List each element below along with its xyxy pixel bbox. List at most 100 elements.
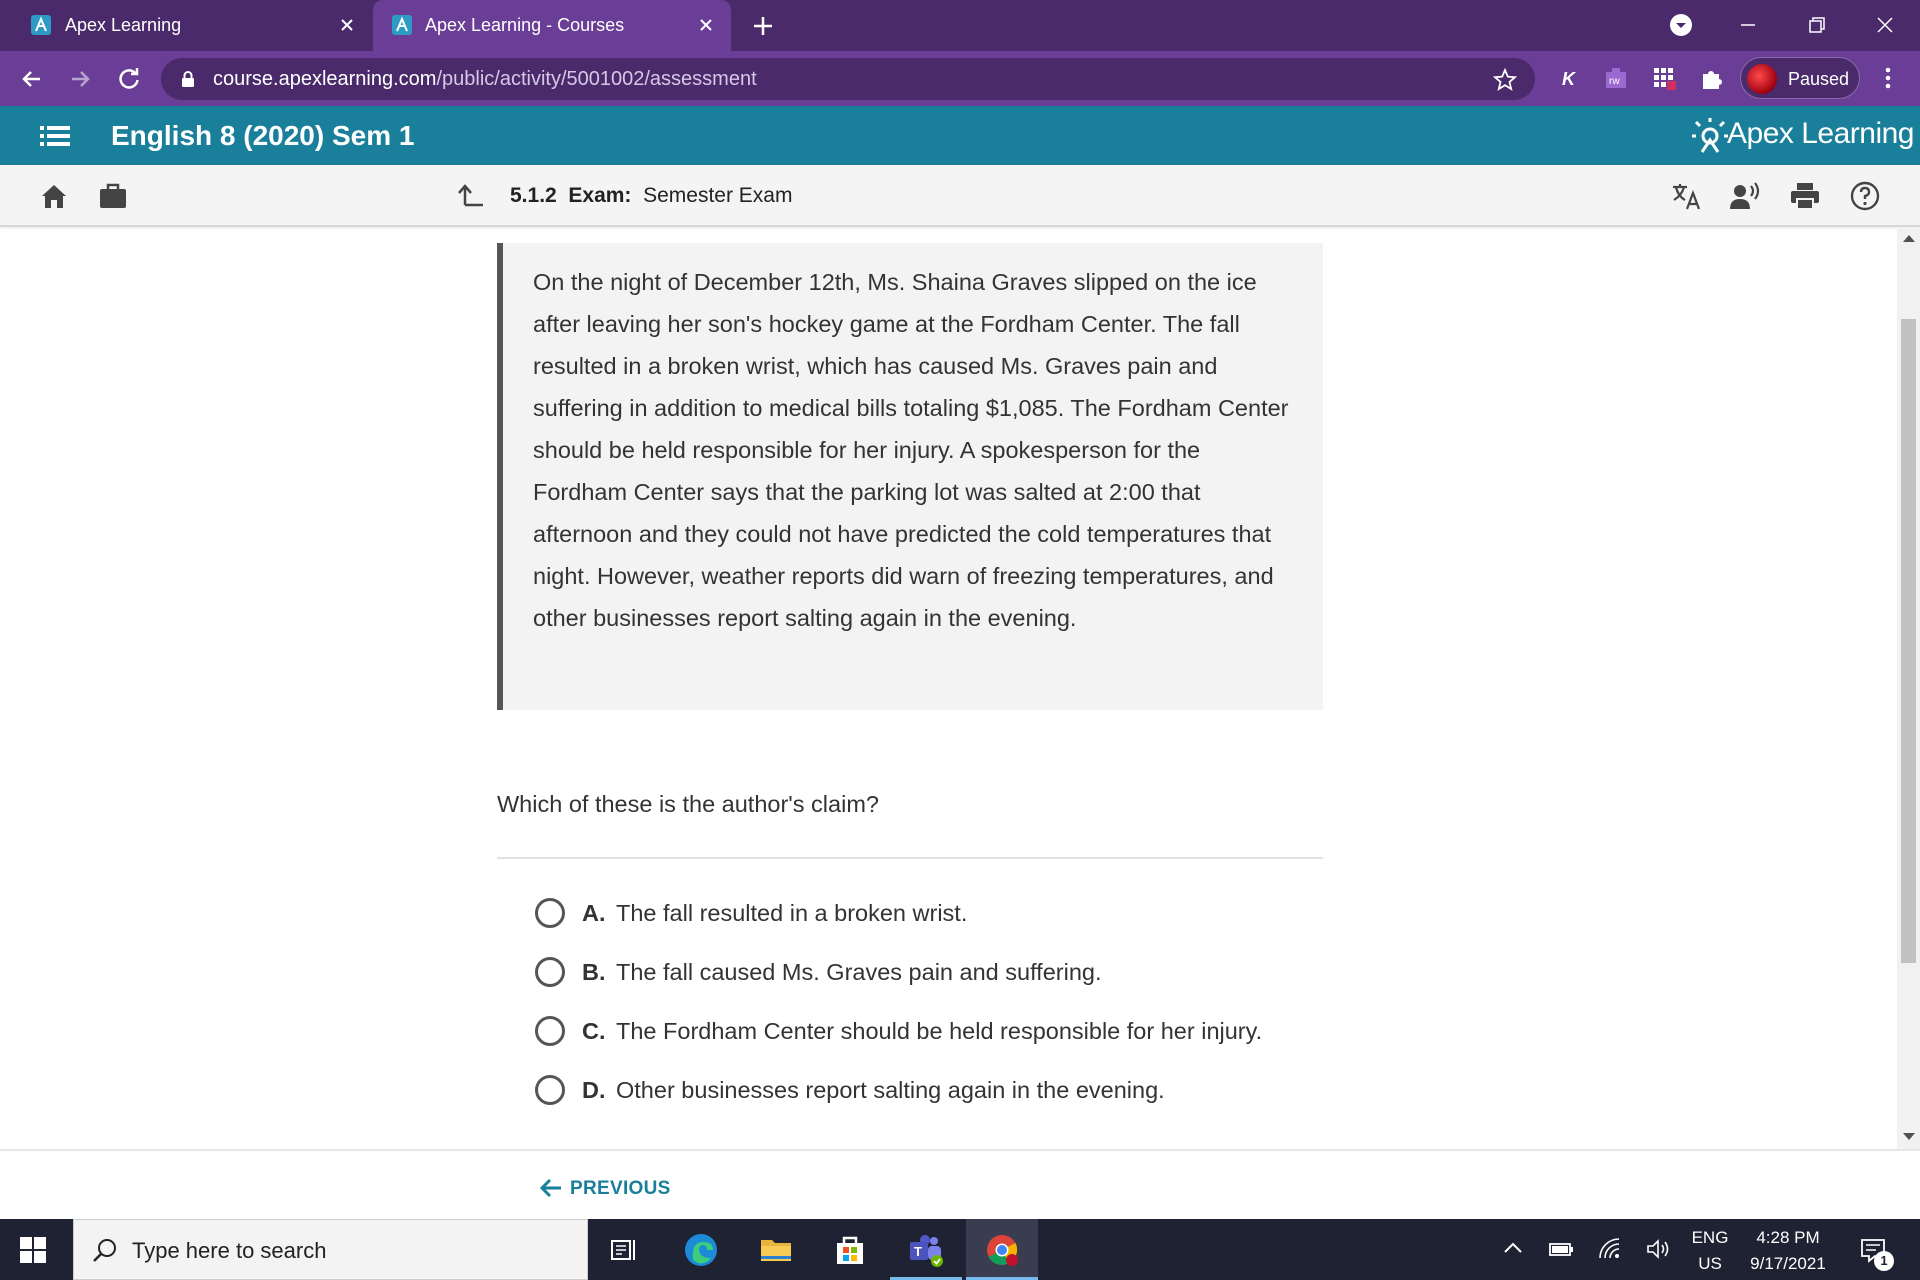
url-text[interactable]: course.apexlearning.com/public/activity/… [213, 68, 757, 91]
chrome-icon [987, 1235, 1018, 1266]
answer-option-a[interactable]: A. The fall resulted in a broken wrist. [532, 893, 1332, 933]
option-letter: C. [582, 1018, 606, 1044]
scroll-up-arrow-icon[interactable] [1903, 235, 1915, 242]
teams-icon: T [910, 1235, 943, 1267]
radio-button[interactable] [535, 1075, 565, 1105]
help-icon[interactable] [1849, 180, 1881, 212]
app-header: English 8 (2020) Sem 1 Apex Learning [0, 106, 1920, 165]
profile-button[interactable]: Paused [1740, 57, 1860, 99]
question-prompt: Which of these is the author's claim? [497, 791, 879, 817]
page-scrollbar[interactable] [1897, 229, 1920, 1149]
radio-button[interactable] [535, 957, 565, 987]
avatar [1747, 64, 1777, 94]
reload-icon[interactable] [115, 65, 143, 93]
windows-start-icon[interactable] [20, 1237, 46, 1263]
lock-icon[interactable] [180, 70, 196, 88]
svg-text:K: K [1562, 69, 1577, 89]
input-language-indicator[interactable]: ENG US [1690, 1225, 1730, 1277]
tab-title: Apex Learning - Courses [425, 15, 625, 35]
url-path: /public/activity/5001002/assessment [436, 68, 757, 90]
browser-toolbar: course.apexlearning.com/public/activity/… [0, 51, 1920, 106]
show-hidden-icons-chevron-icon[interactable] [1500, 1236, 1526, 1262]
k-extension-icon[interactable]: K [1554, 64, 1582, 92]
address-bar[interactable]: course.apexlearning.com/public/activity/… [161, 58, 1535, 100]
store-app-button[interactable] [814, 1219, 886, 1280]
svg-text:rw: rw [1609, 76, 1620, 87]
browser-menu-icon[interactable] [1874, 64, 1902, 92]
menu-list-icon[interactable] [40, 124, 70, 148]
restore-icon[interactable] [1802, 10, 1832, 40]
home-icon[interactable] [38, 180, 70, 212]
print-icon[interactable] [1789, 180, 1821, 212]
assessment-footer: PREVIOUS [0, 1149, 1920, 1219]
browser-tab-apex-learning-courses[interactable]: Apex Learning - Courses [373, 0, 731, 51]
windows-taskbar: Type here to search T ENG US 4:28 PM 9/1… [0, 1219, 1920, 1280]
edge-app-button[interactable] [665, 1219, 737, 1280]
battery-icon[interactable] [1548, 1236, 1574, 1262]
tab-search-icon[interactable] [1666, 10, 1696, 40]
answer-option-c[interactable]: C. The Fordham Center should be held res… [532, 1011, 1332, 1051]
previous-label: PREVIOUS [570, 1178, 671, 1199]
search-placeholder: Type here to search [132, 1238, 327, 1263]
course-title: English 8 (2020) Sem 1 [111, 120, 415, 151]
browser-tab-apex-learning[interactable]: Apex Learning [0, 0, 365, 51]
browser-tab-strip: Apex Learning Apex Learning - Courses [0, 0, 1920, 51]
apex-favicon-icon [31, 15, 51, 35]
puzzle-extensions-icon[interactable] [1698, 64, 1726, 92]
up-level-icon[interactable] [457, 181, 485, 209]
task-view-button[interactable] [588, 1219, 660, 1280]
search-icon [93, 1239, 116, 1262]
option-letter: B. [582, 959, 606, 985]
forward-arrow-icon[interactable] [66, 65, 94, 93]
language-code: ENG [1691, 1228, 1729, 1247]
teams-app-button[interactable]: T [890, 1219, 962, 1280]
apex-favicon-icon [392, 15, 412, 35]
assessment-content: On the night of December 12th, Ms. Shain… [0, 229, 1897, 1149]
text-to-speech-icon[interactable] [1729, 180, 1761, 212]
bookmark-star-icon[interactable] [1492, 67, 1518, 93]
divider [497, 857, 1323, 859]
answer-option-b[interactable]: B. The fall caused Ms. Graves pain and s… [532, 952, 1332, 992]
grid-extension-icon[interactable] [1650, 64, 1678, 92]
url-host: course.apexlearning.com [213, 68, 437, 90]
answer-option-d[interactable]: D. Other businesses report salting again… [532, 1070, 1332, 1110]
back-arrow-icon[interactable] [18, 65, 46, 93]
close-tab-icon[interactable] [695, 14, 717, 36]
option-text: The fall resulted in a broken wrist. [616, 900, 968, 926]
close-window-icon[interactable] [1870, 10, 1900, 40]
option-letter: D. [582, 1077, 606, 1103]
minimize-icon[interactable] [1733, 10, 1763, 40]
passage-text: On the night of December 12th, Ms. Shain… [533, 269, 1289, 631]
left-arrow-icon [539, 1178, 561, 1198]
wifi-icon[interactable] [1597, 1236, 1623, 1262]
new-tab-plus-icon[interactable] [750, 13, 776, 39]
option-text: The Fordham Center should be held respon… [616, 1018, 1263, 1044]
clock-date: 9/17/2021 [1750, 1254, 1826, 1273]
clock-time: 4:28 PM [1756, 1228, 1820, 1247]
scroll-down-arrow-icon[interactable] [1903, 1133, 1915, 1140]
apex-logo-icon [1692, 118, 1728, 153]
chrome-app-button[interactable] [966, 1219, 1038, 1280]
region-code: US [1698, 1254, 1722, 1273]
radio-button[interactable] [535, 1016, 565, 1046]
folder-icon [761, 1240, 791, 1261]
close-tab-icon[interactable] [336, 14, 358, 36]
store-bag-icon [837, 1236, 863, 1264]
tab-title: Apex Learning [65, 15, 182, 35]
section-number: 5.1.2 [510, 184, 557, 207]
volume-icon[interactable] [1645, 1236, 1671, 1262]
scroll-thumb[interactable] [1901, 319, 1916, 963]
translate-icon[interactable] [1670, 180, 1702, 212]
reading-passage: On the night of December 12th, Ms. Shain… [497, 243, 1323, 710]
file-explorer-button[interactable] [740, 1219, 812, 1280]
taskbar-search-box[interactable]: Type here to search [73, 1219, 588, 1280]
rw-extension-icon[interactable]: rw [1602, 64, 1630, 92]
system-clock[interactable]: 4:28 PM 9/17/2021 [1740, 1225, 1836, 1277]
task-view-icon [611, 1240, 635, 1260]
briefcase-icon[interactable] [97, 180, 129, 212]
notification-count-badge: 1 [1874, 1251, 1894, 1271]
radio-button[interactable] [535, 898, 565, 928]
edge-browser-icon [685, 1234, 717, 1266]
option-letter: A. [582, 900, 606, 926]
activity-type: Exam: [568, 184, 632, 207]
